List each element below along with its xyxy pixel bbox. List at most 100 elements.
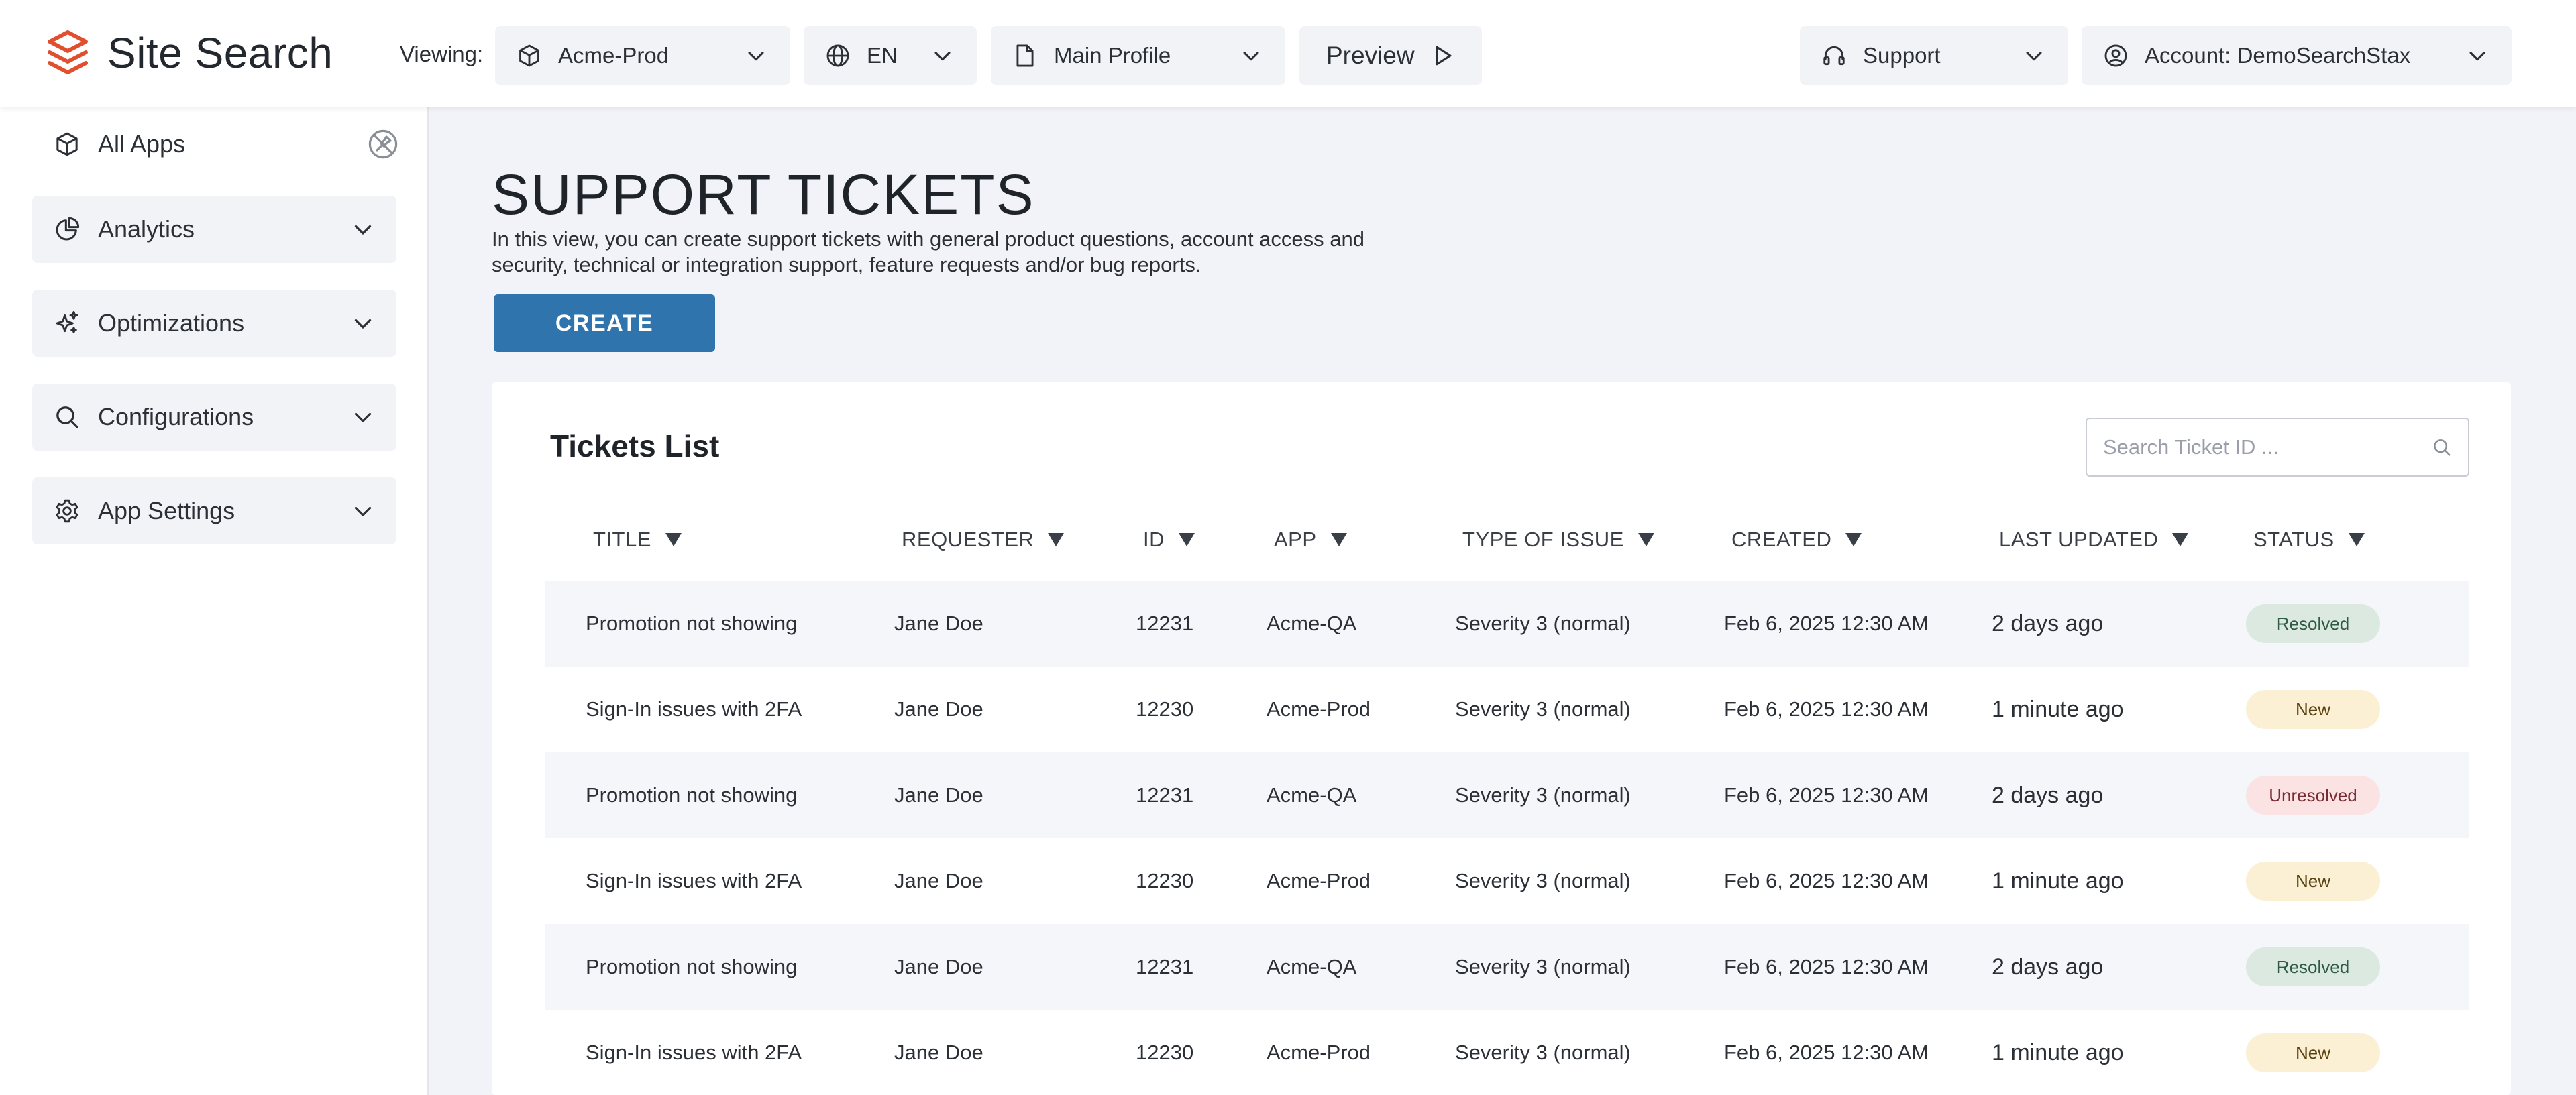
cell-created: Feb 6, 2025 12:30 AM [1724, 869, 1929, 892]
sort-down-icon[interactable] [1047, 532, 1065, 547]
cube-icon [519, 44, 539, 67]
sort-down-icon[interactable] [2171, 532, 2189, 547]
sidebar-item-label: Optimizations [98, 309, 245, 337]
chevron-down-icon [1243, 52, 1259, 61]
cell-status: Unresolved [2246, 752, 2380, 838]
column-header-title[interactable]: TITLE [593, 516, 682, 563]
support-select-value: Support [1863, 43, 1941, 68]
cell-type: Severity 3 (normal) [1455, 612, 1631, 635]
ticket-search-box[interactable] [2086, 418, 2469, 477]
status-badge: New [2246, 1033, 2380, 1072]
sidebar-item-analytics[interactable]: Analytics [32, 196, 396, 263]
status-badge: Unresolved [2246, 776, 2380, 815]
sidebar-item-optimizations[interactable]: Optimizations [32, 290, 396, 357]
sidebar-item-label: Analytics [98, 215, 195, 243]
cell-updated: 1 minute ago [1992, 1039, 2124, 1065]
play-icon [1436, 46, 1452, 66]
table-row[interactable]: Promotion not showing Jane Doe 12231 Acme-Q… [545, 581, 2469, 667]
create-ticket-button[interactable]: CREATE [494, 294, 715, 352]
chevron-down-icon [748, 52, 764, 61]
cell-app: Acme-QA [1267, 783, 1357, 807]
tickets-list-title: Tickets List [550, 428, 720, 463]
cell-title: Promotion not showing [586, 955, 798, 978]
cell-updated: 1 minute ago [1992, 696, 2124, 722]
preview-button[interactable]: Preview [1299, 26, 1482, 85]
table-row[interactable]: Promotion not showing Jane Doe 12231 Acme-Q… [545, 752, 2469, 838]
globe-icon [826, 44, 849, 67]
cell-updated: 2 days ago [1992, 782, 2104, 808]
cell-created: Feb 6, 2025 12:30 AM [1724, 697, 1929, 721]
preview-label: Preview [1326, 42, 1415, 69]
language-select-value: EN [867, 43, 898, 68]
column-header-id[interactable]: ID [1143, 516, 1195, 563]
cell-app: Acme-QA [1267, 612, 1357, 635]
language-select[interactable]: EN [804, 26, 977, 85]
column-header-label: STATUS [2253, 528, 2334, 551]
sidebar-item-configurations[interactable]: Configurations [32, 384, 396, 451]
sort-down-icon[interactable] [1845, 532, 1862, 547]
table-row[interactable]: Sign-In issues with 2FA Jane Doe 12230 Acme… [545, 1010, 2469, 1095]
table-row[interactable]: Sign-In issues with 2FA Jane Doe 12230 Acme… [545, 667, 2469, 752]
cell-status: Resolved [2246, 924, 2380, 1010]
cell-id: 12231 [1136, 783, 1194, 807]
layers-logo-icon [48, 30, 88, 74]
ticket-search-input[interactable] [2103, 435, 2432, 459]
sort-down-icon[interactable] [1330, 532, 1348, 547]
table-row[interactable]: Sign-In issues with 2FA Jane Doe 12230 Acme… [545, 838, 2469, 924]
cube-icon [56, 132, 78, 156]
sparkle-icon [56, 310, 78, 333]
sidebar-all-apps[interactable]: All Apps [54, 123, 399, 165]
account-select-value: Account: DemoSearchStax [2145, 43, 2411, 68]
table-row[interactable]: Promotion not showing Jane Doe 12231 Acme-Q… [545, 924, 2469, 1010]
cell-id: 12231 [1136, 612, 1194, 635]
cell-title: Sign-In issues with 2FA [586, 1041, 802, 1064]
column-header-label: CREATED [1731, 528, 1832, 551]
sort-down-icon[interactable] [2348, 532, 2365, 547]
chevron-down-icon [2026, 52, 2042, 61]
column-header-updated[interactable]: LAST UPDATED [1999, 516, 2189, 563]
cell-requester: Jane Doe [894, 869, 983, 892]
column-header-status[interactable]: STATUS [2253, 516, 2365, 563]
sort-down-icon[interactable] [1638, 532, 1655, 547]
status-badge: Resolved [2246, 604, 2380, 643]
chevron-down-icon [354, 506, 372, 516]
cell-created: Feb 6, 2025 12:30 AM [1724, 612, 1929, 635]
search-icon[interactable] [2432, 437, 2452, 457]
top-header: Site Search Viewing: Acme-Prod EN Main P… [0, 0, 2576, 107]
cell-created: Feb 6, 2025 12:30 AM [1724, 1041, 1929, 1064]
sidebar-all-apps-label: All Apps [98, 130, 186, 158]
column-header-app[interactable]: APP [1274, 516, 1348, 563]
cell-updated: 2 days ago [1992, 610, 2104, 636]
cell-title: Sign-In issues with 2FA [586, 697, 802, 721]
sidebar-item-app-settings[interactable]: App Settings [32, 477, 396, 544]
column-header-type[interactable]: TYPE OF ISSUE [1462, 516, 1655, 563]
profile-select[interactable]: Main Profile [991, 26, 1285, 85]
column-header-label: ID [1143, 528, 1165, 551]
cell-requester: Jane Doe [894, 697, 983, 721]
cell-status: Resolved [2246, 581, 2380, 667]
account-select[interactable]: Account: DemoSearchStax [2082, 26, 2512, 85]
cell-id: 12230 [1136, 1041, 1194, 1064]
column-header-requester[interactable]: REQUESTER [902, 516, 1065, 563]
cell-id: 12230 [1136, 869, 1194, 892]
app-select-value: Acme-Prod [558, 43, 669, 68]
unpin-icon[interactable] [367, 128, 399, 160]
sort-down-icon[interactable] [665, 532, 682, 547]
cell-updated: 2 days ago [1992, 954, 2104, 980]
column-header-label: REQUESTER [902, 528, 1034, 551]
pie-chart-icon [56, 217, 80, 241]
cell-type: Severity 3 (normal) [1455, 869, 1631, 892]
sort-down-icon[interactable] [1178, 532, 1195, 547]
support-select[interactable]: Support [1800, 26, 2068, 85]
app-select[interactable]: Acme-Prod [495, 26, 790, 85]
cell-status: New [2246, 838, 2380, 924]
cell-status: New [2246, 1010, 2380, 1095]
file-icon [1016, 44, 1034, 67]
profile-select-value: Main Profile [1054, 43, 1171, 68]
column-header-label: APP [1274, 528, 1317, 551]
column-header-created[interactable]: CREATED [1731, 516, 1862, 563]
cell-created: Feb 6, 2025 12:30 AM [1724, 955, 1929, 978]
chevron-down-icon [2469, 52, 2485, 61]
cell-requester: Jane Doe [894, 1041, 983, 1064]
brand[interactable]: Site Search [47, 23, 333, 83]
